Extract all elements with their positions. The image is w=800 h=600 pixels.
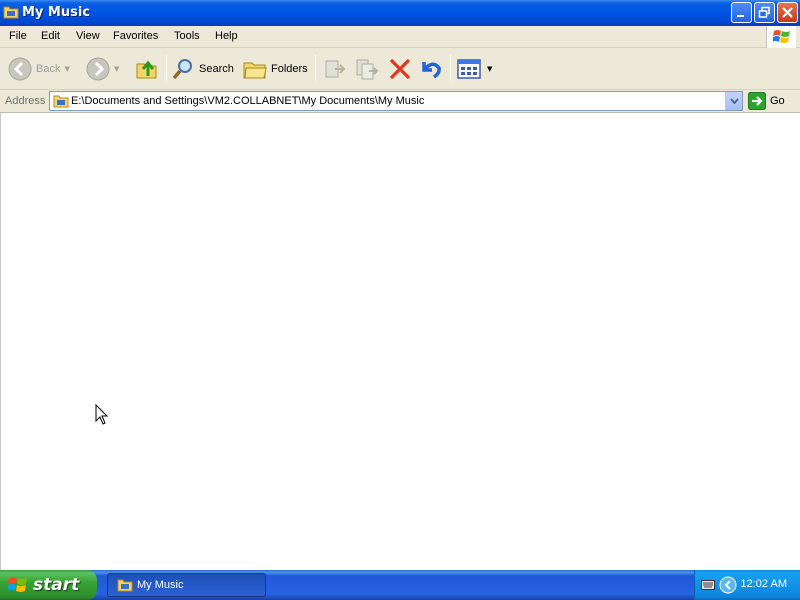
- window-title: My Music: [22, 5, 91, 20]
- restore-button[interactable]: [754, 2, 775, 23]
- address-dropdown-button[interactable]: [725, 92, 742, 110]
- move-to-button[interactable]: [323, 54, 347, 84]
- show-hidden-icons-icon[interactable]: [719, 576, 737, 594]
- taskbar: start My Music 12:02 AM: [0, 570, 800, 600]
- windows-logo-icon: [766, 26, 796, 48]
- folders-icon: [243, 62, 267, 79]
- undo-button[interactable]: [419, 54, 443, 84]
- go-arrow-icon: [748, 92, 766, 110]
- menu-edit[interactable]: Edit: [39, 30, 62, 42]
- restore-icon: [758, 6, 770, 18]
- address-input[interactable]: E:\Documents and Settings\VM2.COLLABNET\…: [49, 91, 743, 111]
- search-label: Search: [199, 63, 234, 75]
- back-arrow-icon: [8, 57, 32, 81]
- go-label: Go: [770, 95, 785, 107]
- undo-icon: [422, 62, 441, 79]
- folder-content-area[interactable]: [0, 113, 800, 570]
- close-icon: [782, 7, 793, 18]
- copy-to-button[interactable]: [355, 54, 379, 84]
- address-value: E:\Documents and Settings\VM2.COLLABNET\…: [71, 95, 425, 107]
- views-button[interactable]: ▼: [457, 54, 492, 84]
- back-dropdown-icon: ▼: [64, 65, 70, 73]
- delete-button[interactable]: [388, 54, 412, 84]
- menu-favorites[interactable]: Favorites: [111, 30, 160, 42]
- views-dropdown-icon: ▼: [487, 65, 493, 73]
- mouse-cursor-icon: [95, 404, 109, 425]
- start-button[interactable]: start: [0, 570, 97, 600]
- folders-button[interactable]: Folders: [243, 54, 308, 84]
- up-folder-button[interactable]: [134, 54, 160, 84]
- search-button[interactable]: Search: [171, 54, 234, 84]
- move-to-icon: [325, 60, 346, 78]
- toolbar: Back ▼ ▼ Search Folders ▼: [0, 48, 800, 90]
- menu-help[interactable]: Help: [213, 30, 240, 42]
- folders-label: Folders: [271, 63, 308, 75]
- start-label: start: [33, 575, 80, 595]
- minimize-button[interactable]: [731, 2, 752, 23]
- go-button[interactable]: Go: [748, 92, 785, 110]
- menu-file[interactable]: File: [7, 30, 29, 42]
- clock[interactable]: 12:02 AM: [741, 578, 787, 590]
- toolbar-separator: [315, 55, 316, 83]
- menu-bar: File Edit View Favorites Tools Help: [0, 26, 800, 48]
- minimize-icon: [737, 15, 744, 17]
- title-bar[interactable]: My Music: [0, 0, 800, 26]
- delete-icon: [389, 58, 411, 80]
- views-icon: [457, 59, 481, 79]
- toolbar-separator: [166, 55, 167, 83]
- forward-button[interactable]: ▼: [86, 54, 119, 84]
- folder-icon: [53, 95, 69, 108]
- copy-to-icon: [356, 59, 379, 80]
- taskbar-item-my-music[interactable]: My Music: [107, 573, 266, 597]
- folder-icon: [117, 579, 133, 592]
- windows-logo-icon: [8, 577, 27, 592]
- forward-arrow-icon: [86, 57, 110, 81]
- forward-dropdown-icon: ▼: [114, 65, 120, 73]
- menu-tools[interactable]: Tools: [172, 30, 202, 42]
- folder-icon: [3, 6, 19, 19]
- search-icon: [172, 59, 192, 80]
- toolbar-separator: [450, 55, 451, 83]
- up-folder-icon: [136, 60, 157, 79]
- close-button[interactable]: [777, 2, 798, 23]
- taskbar-item-label: My Music: [137, 579, 184, 591]
- chevron-down-icon: [729, 98, 739, 104]
- system-tray: 12:02 AM: [694, 570, 800, 600]
- address-bar: Address E:\Documents and Settings\VM2.CO…: [0, 90, 800, 113]
- keyboard-icon[interactable]: [701, 580, 715, 590]
- menu-view[interactable]: View: [74, 30, 102, 42]
- back-button[interactable]: Back ▼: [8, 54, 70, 84]
- address-label: Address: [5, 95, 46, 107]
- back-label: Back: [36, 63, 61, 75]
